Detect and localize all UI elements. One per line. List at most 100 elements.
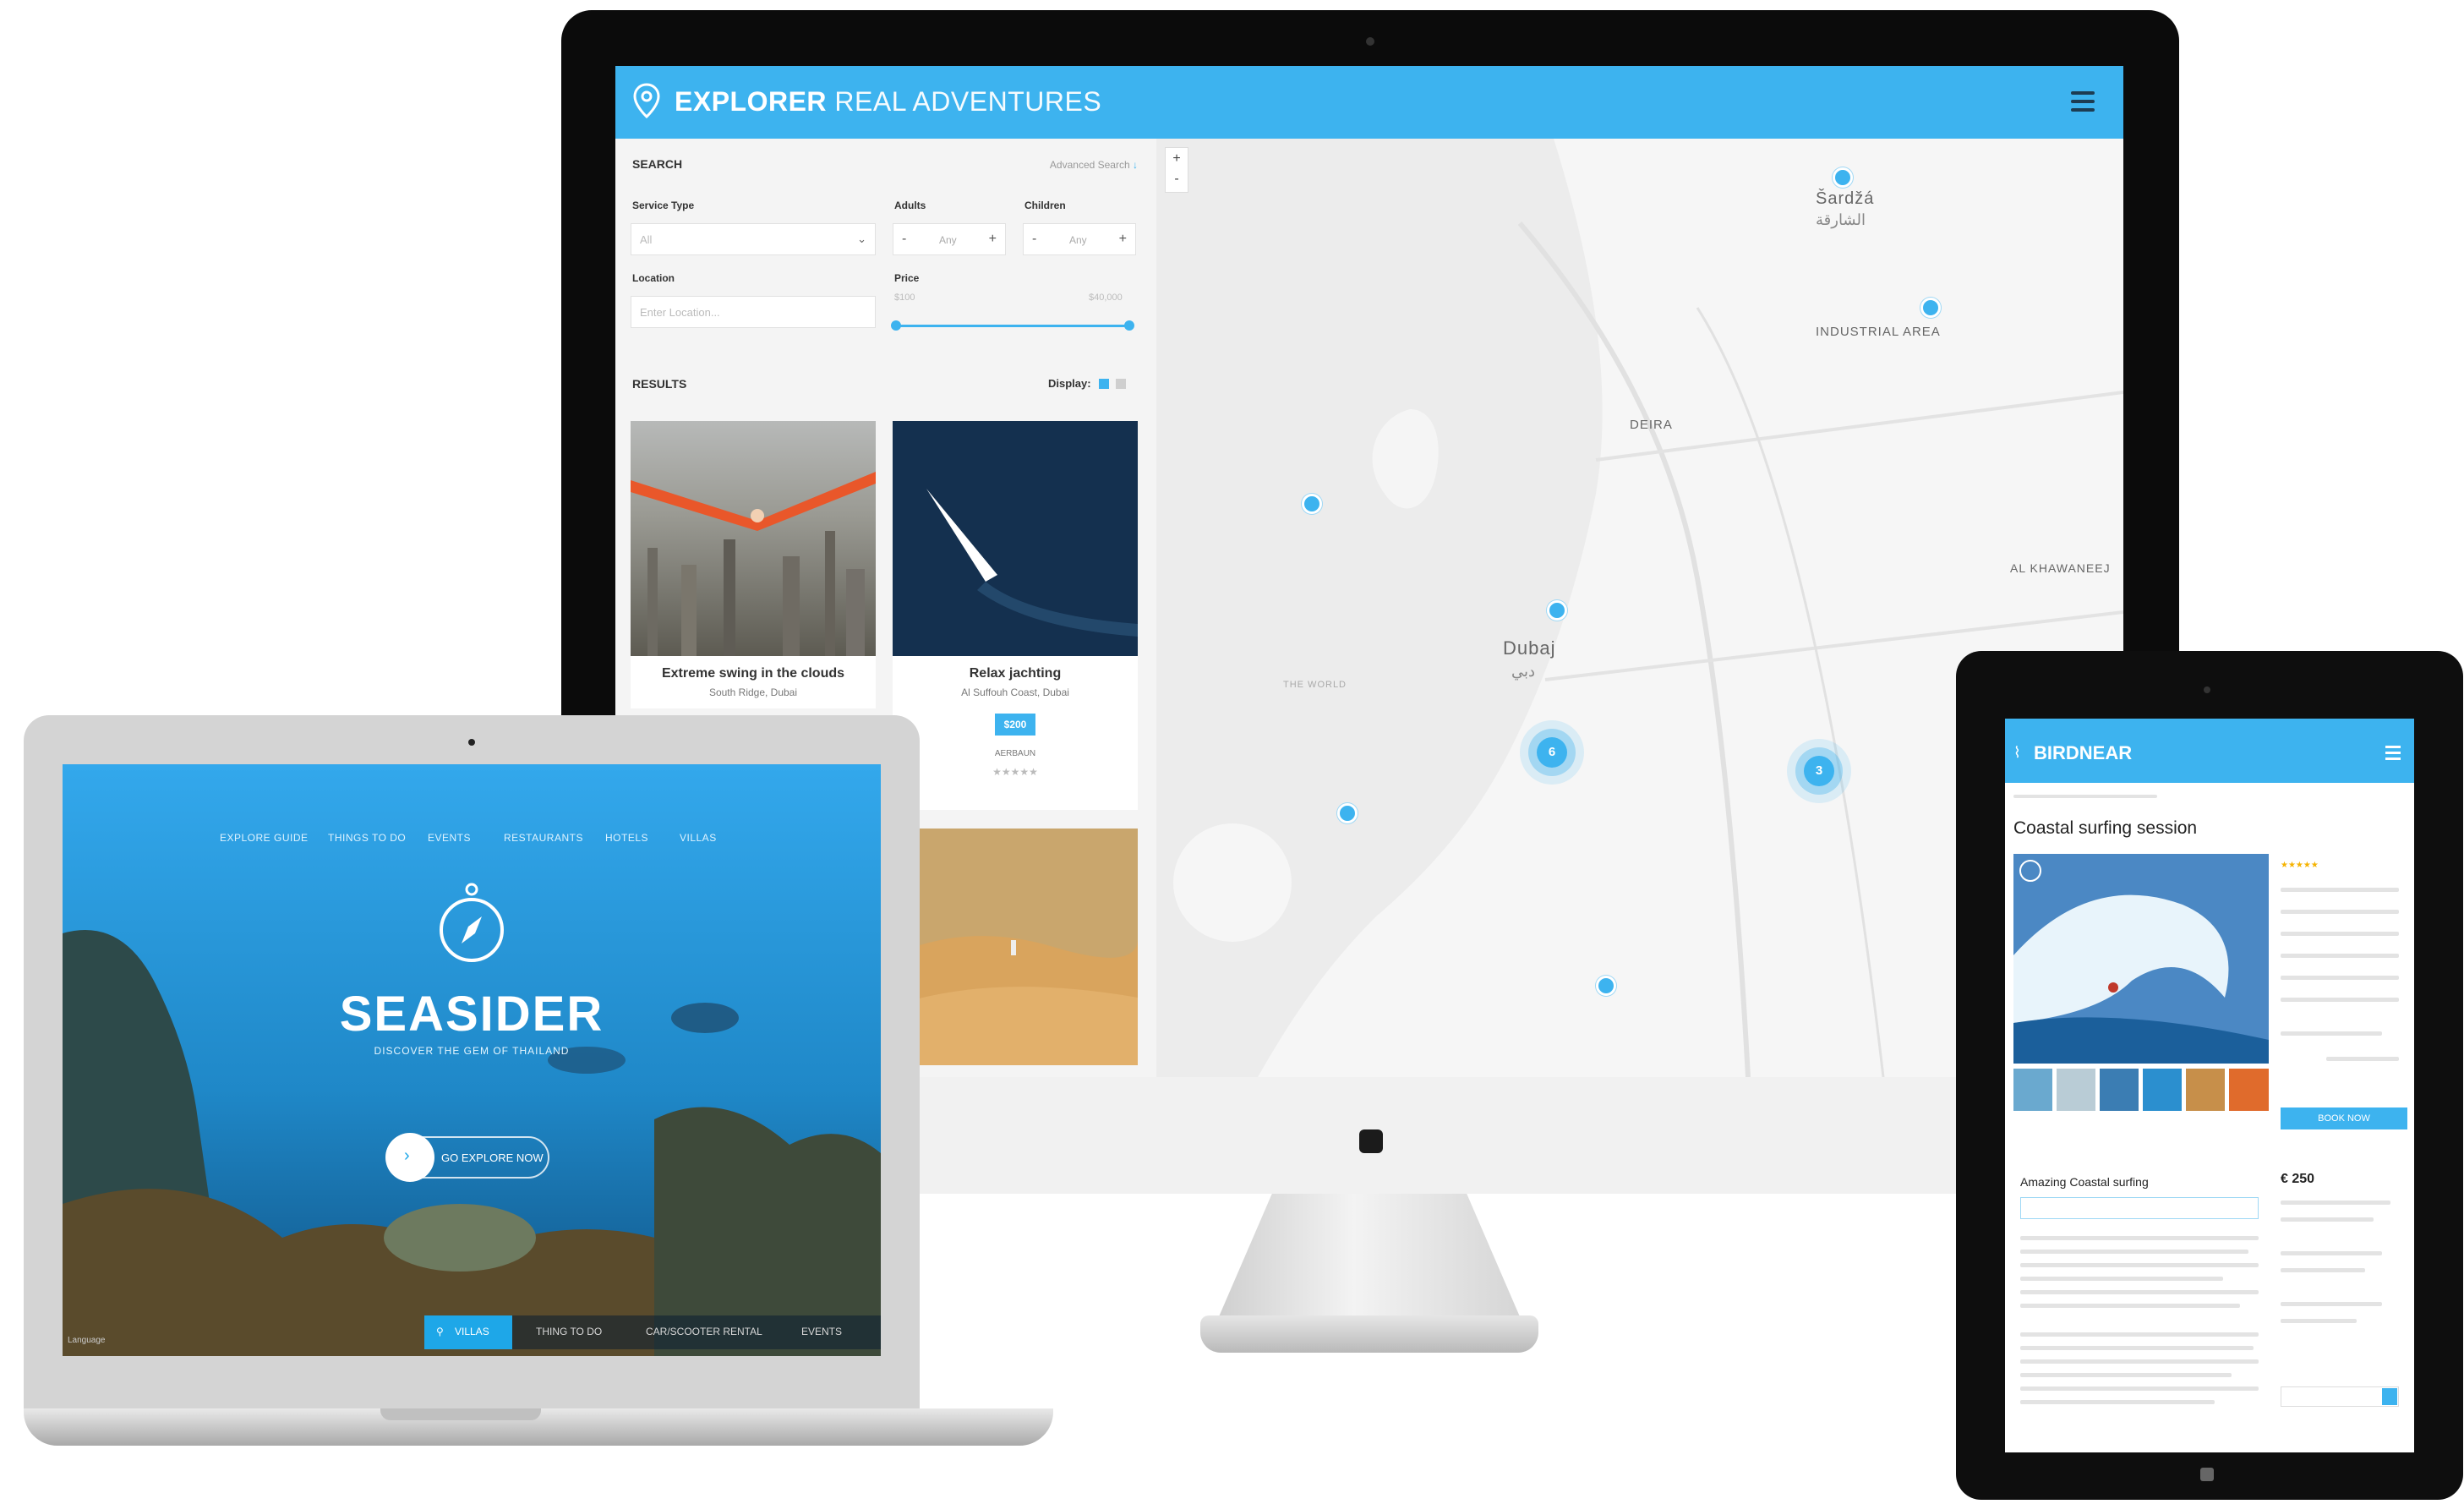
map-cluster[interactable]: 6 [1537,737,1567,768]
map-marker[interactable] [1337,803,1358,823]
body-text-line [2020,1386,2259,1391]
plus-icon[interactable]: + [1119,232,1127,247]
calendar-icon[interactable] [2382,1388,2397,1405]
result-card[interactable] [893,829,1138,1065]
body-text-line [2020,1290,2259,1294]
tablet-home-button[interactable] [2200,1468,2214,1481]
search-icon: ⚲ [436,1326,444,1337]
detail-line [2281,976,2399,980]
body-text-line [2020,1263,2259,1267]
minus-icon[interactable]: - [902,232,906,247]
price-label: Price [894,272,920,284]
thumbnail[interactable] [2057,1069,2095,1111]
detail-line [2281,954,2399,958]
location-label: Location [632,272,675,284]
body-text-line [2020,1373,2232,1377]
zoom-in-icon[interactable]: + [1166,148,1188,170]
advanced-search-link[interactable]: Advanced Search ↓ [1050,159,1138,171]
body-text-line [2020,1346,2254,1350]
minus-icon[interactable]: - [1032,232,1036,247]
body-text-line [2020,1250,2248,1254]
price-badge: $200 [995,714,1035,736]
bird-logo-icon: ⌇ [2013,744,2021,761]
language-selector[interactable]: Language [68,1336,106,1345]
price-slider-max-handle[interactable] [1124,320,1134,331]
children-value: Any [1069,234,1087,246]
result-card[interactable]: Relax jachting Al Suffouh Coast, Dubai $… [893,421,1138,810]
brand-bold: EXPLORER [675,86,828,117]
price-max: $40,000 [1089,293,1123,303]
seasider-subtitle: DISCOVER THE GEM OF THAILAND [374,1045,570,1057]
section-title: Amazing Coastal surfing [2020,1175,2149,1189]
yacht-image [893,421,1138,656]
nav-restaurants[interactable]: RESTAURANTS [504,832,583,844]
explorer-brand[interactable]: EXPLORER REAL ADVENTURES [675,86,1101,118]
map-label-dubai-ar: دبي [1511,663,1536,680]
side-text-line [2281,1251,2382,1255]
nav-villas[interactable]: VILLAS [680,832,717,844]
tab-events[interactable]: EVENTS [801,1326,842,1337]
side-text-line [2281,1319,2357,1323]
desert-image [893,829,1138,1065]
nav-things-to-do[interactable]: THINGS TO DO [328,832,406,844]
thumbnail[interactable] [2229,1069,2269,1111]
map-marker[interactable] [1920,298,1941,318]
explore-now-label: GO EXPLORE NOW [441,1151,544,1164]
zoom-controls: + - [1165,147,1188,193]
hamburger-menu-icon[interactable] [2385,746,2401,760]
detail-line [2281,998,2399,1002]
thumbnail[interactable] [2100,1069,2139,1111]
map-marker[interactable] [1547,600,1567,621]
plus-icon[interactable]: + [989,232,997,247]
category-tabs: VILLAS ⚲ THING TO DO CAR/SCOOTER RENTAL … [424,1315,881,1349]
laptop-notch [380,1408,541,1420]
side-text-line [2281,1217,2374,1222]
explore-now-button[interactable]: › GO EXPLORE NOW [385,1133,549,1182]
map-label-the-world: THE WORLD [1283,680,1347,690]
book-now-button[interactable]: BOOK NOW [2281,1107,2407,1129]
side-input[interactable] [2281,1386,2399,1407]
children-stepper[interactable]: - Any + [1023,223,1136,255]
map-label-deira: DEIRA [1630,418,1673,432]
birdnear-brand[interactable]: BIRDNEAR [2034,742,2132,764]
adults-stepper[interactable]: - Any + [893,223,1006,255]
card-title: Extreme swing in the clouds [661,666,845,681]
side-text-line [2281,1268,2365,1272]
thumbnail-strip [2013,1069,2269,1111]
location-placeholder: Enter Location... [640,306,720,319]
nav-events[interactable]: EVENTS [428,832,471,844]
seasider-app-screen: EXPLORE GUIDE THINGS TO DO EVENTS RESTAU… [63,764,881,1356]
thumbnail[interactable] [2013,1069,2052,1111]
detail-line [2281,910,2399,914]
brand-light: REAL ADVENTURES [827,86,1102,117]
map-marker[interactable] [1596,976,1616,996]
nav-explore-guide[interactable]: EXPLORE GUIDE [220,832,309,844]
thumbnail[interactable] [2186,1069,2225,1111]
map-pin-logo-icon [633,83,660,119]
map-cluster[interactable]: 3 [1804,756,1834,786]
location-input[interactable]: Enter Location... [631,296,876,328]
price-slider[interactable] [894,325,1131,327]
apple-logo-icon [1359,1129,1383,1153]
map-marker[interactable] [1833,167,1853,188]
service-type-select[interactable]: All ⌄ [631,223,876,255]
zoom-out-icon[interactable]: - [1166,170,1188,192]
search-heading: SEARCH [632,157,683,171]
list-view-icon[interactable] [1116,379,1126,389]
tab-car-scooter-rental[interactable]: CAR/SCOOTER RENTAL [646,1326,762,1337]
advanced-search-label: Advanced Search [1049,159,1130,171]
side-text-line [2281,1200,2390,1205]
detail-line [2281,1031,2382,1036]
seasider-title: SEASIDER [339,987,604,1042]
arrow-down-icon: ↓ [1133,159,1138,171]
tab-thing-to-do[interactable]: THING TO DO [536,1326,602,1337]
hamburger-menu-icon[interactable] [2071,91,2095,112]
map-marker[interactable] [1302,494,1322,514]
grid-view-icon[interactable] [1099,379,1109,389]
play-circle-icon: › [385,1133,434,1182]
nav-hotels[interactable]: HOTELS [605,832,648,844]
price-slider-min-handle[interactable] [891,320,901,331]
result-card[interactable]: Extreme swing in the clouds South Ridge,… [631,421,876,708]
explorer-header: EXPLORER REAL ADVENTURES [615,66,2123,139]
thumbnail[interactable] [2143,1069,2182,1111]
